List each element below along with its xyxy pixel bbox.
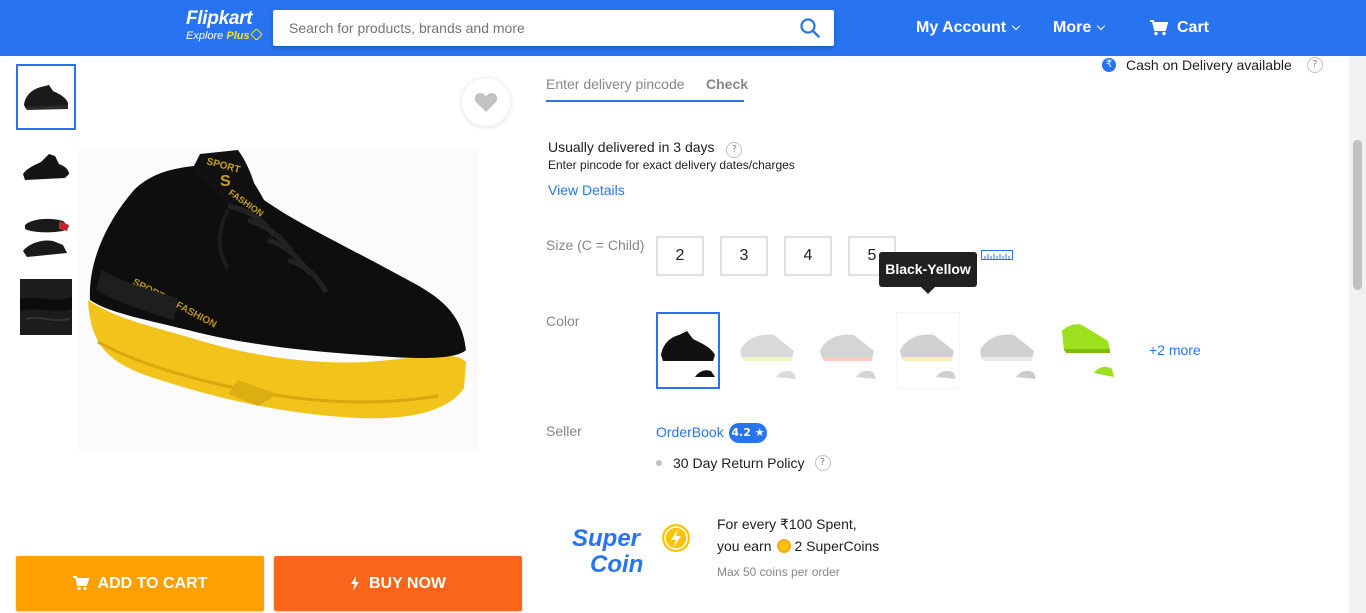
color-swatch-4[interactable] bbox=[896, 312, 960, 389]
color-swatch-3[interactable] bbox=[816, 312, 880, 389]
cod-info: ₹ Cash on Delivery available ? bbox=[1102, 57, 1323, 73]
delivery-estimate-text: Usually delivered in 3 days bbox=[548, 139, 715, 155]
shoe-angle-image bbox=[23, 154, 69, 180]
svg-text:Coin: Coin bbox=[590, 551, 643, 574]
cod-text: Cash on Delivery available bbox=[1126, 57, 1292, 73]
chevron-down-icon bbox=[1011, 21, 1021, 31]
shoe-swatch-image bbox=[661, 330, 715, 377]
shoe-swatch-image bbox=[980, 334, 1036, 379]
seller-label: Seller bbox=[546, 423, 582, 439]
shoe-side-image bbox=[24, 85, 68, 110]
product-thumbnail-4[interactable] bbox=[16, 274, 76, 340]
product-thumbnail-1[interactable] bbox=[16, 64, 76, 130]
color-tooltip: Black-Yellow bbox=[879, 252, 977, 294]
size-option-3[interactable]: 3 bbox=[720, 236, 768, 276]
cart-icon bbox=[72, 576, 89, 591]
svg-text:S: S bbox=[220, 173, 231, 190]
pincode-input-area[interactable]: Enter delivery pincode Check bbox=[546, 66, 748, 102]
shoe-swatch-image bbox=[1062, 323, 1114, 377]
page-scrollbar[interactable] bbox=[1349, 56, 1366, 613]
supercoin-earn-text: you earn bbox=[717, 538, 772, 554]
shoe-swatch-image bbox=[900, 334, 956, 379]
help-icon[interactable]: ? bbox=[1306, 57, 1323, 73]
add-to-cart-label: ADD TO CART bbox=[97, 574, 208, 592]
search-icon[interactable] bbox=[800, 18, 820, 38]
rupee-icon: ₹ bbox=[1102, 58, 1116, 72]
wishlist-button[interactable] bbox=[461, 77, 511, 127]
return-policy-text: 30 Day Return Policy bbox=[673, 455, 805, 471]
size-option-4[interactable]: 4 bbox=[784, 236, 832, 276]
size-option-2[interactable]: 2 bbox=[656, 236, 704, 276]
logo-tagline: Explore Plus bbox=[186, 28, 263, 43]
flipkart-logo[interactable]: Flipkart Explore Plus bbox=[186, 8, 263, 43]
more-label: More bbox=[1053, 19, 1092, 36]
seller-rating-badge: 4.2 ★ bbox=[729, 423, 767, 443]
color-swatch-black-yellow[interactable] bbox=[656, 312, 720, 389]
search-bar bbox=[273, 10, 834, 46]
bullet-dot bbox=[656, 460, 662, 466]
cart-label: Cart bbox=[1177, 19, 1210, 36]
color-swatch-5[interactable] bbox=[976, 312, 1040, 389]
my-account-label: My Account bbox=[916, 19, 1007, 36]
color-label: Color bbox=[546, 313, 580, 329]
top-header: Flipkart Explore Plus My Account More Ca… bbox=[0, 0, 1366, 56]
pincode-check-button[interactable]: Check bbox=[706, 76, 748, 92]
main-product-image[interactable]: SPORT S FASHION SPORT ★ FASHION bbox=[78, 150, 478, 450]
search-input[interactable] bbox=[273, 10, 773, 46]
logo-text: Flipkart bbox=[186, 8, 253, 29]
scrollbar-thumb[interactable] bbox=[1353, 140, 1362, 290]
my-account-menu[interactable]: My Account bbox=[916, 0, 1021, 56]
heart-icon bbox=[474, 92, 498, 112]
chevron-down-icon bbox=[1096, 21, 1106, 31]
help-icon[interactable]: ? bbox=[726, 142, 743, 158]
lightning-icon bbox=[350, 576, 359, 591]
seller-name-link[interactable]: OrderBook bbox=[656, 424, 724, 440]
shoe-sole-image bbox=[23, 218, 69, 257]
color-swatch-6[interactable] bbox=[1056, 312, 1120, 389]
supercoin-logo: Super Coin bbox=[572, 524, 690, 574]
more-colors-link[interactable]: +2 more bbox=[1149, 342, 1201, 358]
view-details-link[interactable]: View Details bbox=[548, 182, 625, 198]
pincode-field[interactable]: Enter delivery pincode bbox=[546, 76, 685, 92]
size-chart-icon[interactable] bbox=[981, 250, 1013, 260]
logo-tagline-plus: Plus bbox=[226, 30, 250, 42]
logo-tagline-explore: Explore bbox=[186, 30, 224, 42]
plus-icon bbox=[249, 28, 263, 41]
cart-link[interactable]: Cart bbox=[1150, 0, 1209, 56]
product-thumbnail-2[interactable] bbox=[16, 134, 76, 200]
size-label: Size (C = Child) bbox=[546, 237, 645, 253]
more-menu[interactable]: More bbox=[1053, 0, 1106, 56]
add-to-cart-button[interactable]: ADD TO CART bbox=[16, 556, 264, 611]
shoe-swatch-image bbox=[820, 334, 876, 379]
product-thumbnail-3[interactable] bbox=[16, 204, 76, 270]
svg-text:Super: Super bbox=[572, 525, 642, 552]
return-policy: 30 Day Return Policy ? bbox=[656, 455, 831, 471]
supercoin-offer-line1: For every ₹100 Spent, bbox=[717, 516, 857, 532]
buy-now-label: BUY NOW bbox=[368, 574, 447, 592]
pincode-hint: Enter pincode for exact delivery dates/c… bbox=[548, 158, 795, 172]
delivery-estimate: Usually delivered in 3 days ? bbox=[548, 139, 743, 158]
buy-now-button[interactable]: BUY NOW bbox=[274, 556, 522, 611]
color-swatch-2[interactable] bbox=[736, 312, 800, 389]
supercoin-offer-line2: you earn 2 SuperCoins bbox=[717, 538, 879, 554]
cart-icon bbox=[1150, 20, 1168, 36]
coin-icon bbox=[777, 539, 792, 553]
shoe-swatch-image bbox=[740, 334, 796, 379]
help-icon[interactable]: ? bbox=[814, 455, 831, 471]
supercoin-max-note: Max 50 coins per order bbox=[717, 565, 840, 579]
shoe-closeup-image bbox=[20, 279, 72, 335]
supercoin-amount-text: 2 SuperCoins bbox=[794, 538, 880, 554]
